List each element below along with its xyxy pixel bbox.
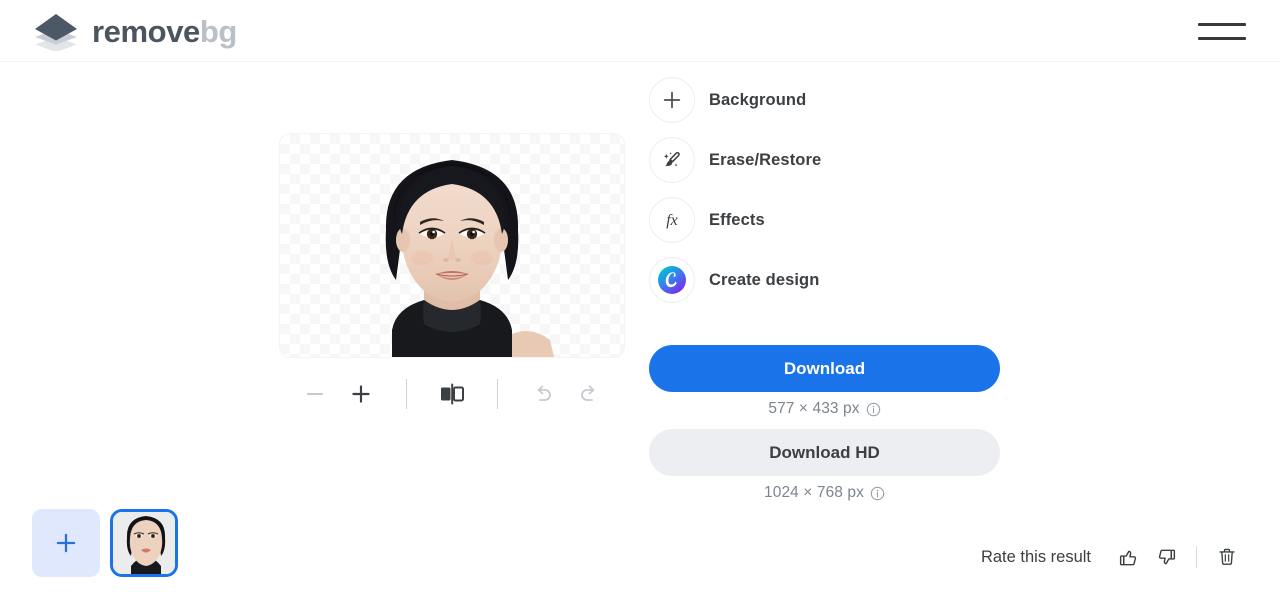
info-circle-icon[interactable] xyxy=(870,486,885,501)
undo-button[interactable] xyxy=(520,374,566,414)
app-header: removebg xyxy=(0,0,1280,62)
thumbs-down-icon xyxy=(1158,549,1175,564)
fx-icon: fx xyxy=(649,197,695,243)
layers-icon xyxy=(35,14,77,51)
rate-result-row: Rate this result xyxy=(981,538,1246,576)
download-dimensions: 577 × 433 px xyxy=(649,400,1000,418)
brand-wordmark: removebg xyxy=(92,16,237,47)
rate-result-label: Rate this result xyxy=(980,547,1091,566)
list-item[interactable] xyxy=(110,509,178,577)
delete-button[interactable] xyxy=(1208,538,1246,576)
download-button[interactable]: Download xyxy=(649,345,1000,392)
plus-icon xyxy=(352,385,370,403)
tool-label: Erase/Restore xyxy=(709,150,822,169)
tool-erase-restore[interactable]: Erase/Restore xyxy=(649,130,1069,190)
image-toolbar xyxy=(280,372,624,416)
minus-icon xyxy=(307,393,323,395)
brand-logo[interactable]: removebg xyxy=(32,11,237,51)
hamburger-line xyxy=(1198,36,1246,40)
add-image-button[interactable] xyxy=(32,509,100,577)
zoom-out-button[interactable] xyxy=(292,374,338,414)
download-hd-dimensions: 1024 × 768 px xyxy=(649,484,1000,502)
tool-create-design[interactable]: Create design xyxy=(649,250,1069,310)
thumbs-up-icon xyxy=(1119,550,1136,565)
redo-button[interactable] xyxy=(566,374,612,414)
tool-effects[interactable]: fx Effects xyxy=(649,190,1069,250)
rate-divider xyxy=(1196,546,1197,568)
plus-icon xyxy=(56,533,76,553)
thumbs-down-button[interactable] xyxy=(1147,538,1185,576)
redo-arrow-icon xyxy=(581,385,595,401)
tool-background[interactable]: Background xyxy=(649,70,1069,130)
hamburger-line xyxy=(1198,22,1246,26)
result-image-frame[interactable] xyxy=(280,134,624,357)
info-circle-icon[interactable] xyxy=(866,402,881,417)
download-dimensions-text: 577 × 433 px xyxy=(768,400,860,417)
tool-options-list: Background Erase/Restore fx Effects Crea… xyxy=(649,70,1069,310)
uploaded-portrait-thumbnail xyxy=(113,512,175,574)
brand-name-primary: remove xyxy=(92,13,200,49)
hamburger-menu-icon[interactable] xyxy=(1198,17,1246,45)
thumbs-up-button[interactable] xyxy=(1109,538,1147,576)
result-image xyxy=(385,160,554,357)
canva-logo-icon xyxy=(649,257,695,303)
thumbnail-strip xyxy=(32,509,178,577)
brand-name-secondary: bg xyxy=(199,13,237,49)
tool-label: Effects xyxy=(709,210,765,229)
toolbar-divider xyxy=(406,379,407,409)
magic-brush-icon xyxy=(649,137,695,183)
download-hd-button[interactable]: Download HD xyxy=(649,429,1000,476)
editor-right-panel: Background Erase/Restore fx Effects Crea… xyxy=(640,62,1280,592)
zoom-in-button[interactable] xyxy=(338,374,384,414)
download-hd-dimensions-text: 1024 × 768 px xyxy=(764,484,864,501)
before-after-compare-icon xyxy=(441,383,464,405)
svg-text:fx: fx xyxy=(666,212,678,229)
download-section: Download 577 × 433 px Download HD 1024 ×… xyxy=(649,345,1000,502)
plus-circle-icon xyxy=(649,77,695,123)
tool-label: Create design xyxy=(709,270,820,289)
toolbar-divider xyxy=(497,379,498,409)
tool-label: Background xyxy=(709,90,807,109)
undo-arrow-icon xyxy=(537,385,551,401)
trash-icon xyxy=(1219,548,1235,565)
compare-toggle-button[interactable] xyxy=(429,374,475,414)
